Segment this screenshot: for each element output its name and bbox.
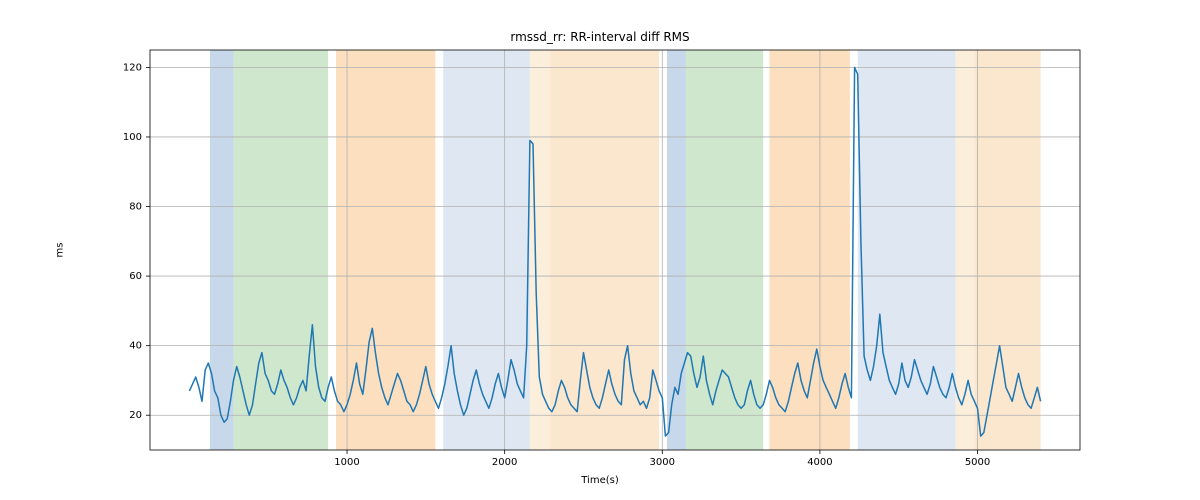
x-tick-label: 1000 bbox=[334, 457, 359, 468]
y-tick-label: 60 bbox=[129, 271, 142, 282]
y-tick-label: 20 bbox=[129, 410, 142, 421]
bg-span bbox=[686, 50, 763, 450]
bg-span bbox=[443, 50, 530, 450]
bg-span bbox=[210, 50, 234, 450]
bg-span bbox=[530, 50, 550, 450]
figure: rmssd_rr: RR-interval diff RMS ms Time(s… bbox=[0, 0, 1200, 500]
y-tick-label: 80 bbox=[129, 202, 142, 213]
y-tick-label: 120 bbox=[123, 62, 142, 73]
y-ticks: 20 40 60 80 100 120 bbox=[123, 62, 150, 421]
x-tick-label: 3000 bbox=[650, 457, 675, 468]
bg-span bbox=[234, 50, 329, 450]
y-tick-label: 100 bbox=[123, 132, 142, 143]
bg-span bbox=[769, 50, 849, 450]
bg-span bbox=[955, 50, 974, 450]
x-ticks: 1000 2000 3000 4000 5000 bbox=[334, 450, 990, 468]
x-tick-label: 5000 bbox=[965, 457, 990, 468]
chart-canvas: 1000 2000 3000 4000 5000 20 40 60 80 100 120 bbox=[0, 0, 1200, 500]
y-tick-label: 40 bbox=[129, 341, 142, 352]
x-tick-label: 4000 bbox=[807, 457, 832, 468]
x-tick-label: 2000 bbox=[492, 457, 517, 468]
